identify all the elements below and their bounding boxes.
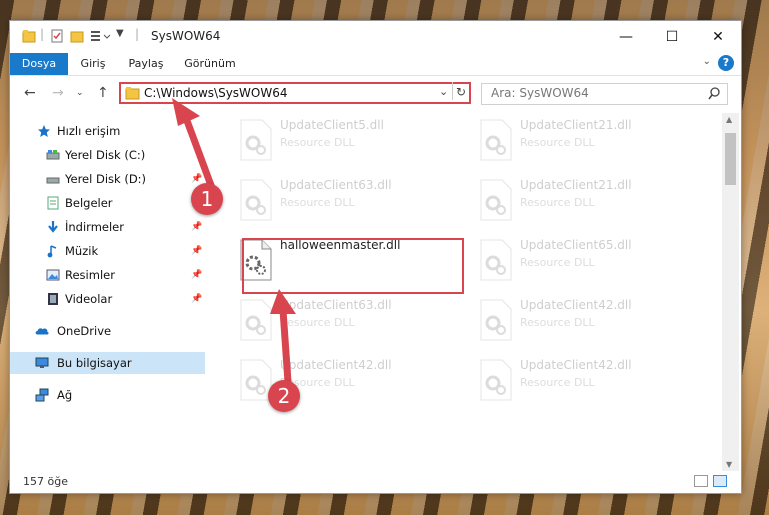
list-item[interactable]: UpdateClient42.dll Resource DLL xyxy=(472,295,704,347)
address-path: C:\Windows\SysWOW64 xyxy=(144,86,288,100)
list-item[interactable]: UpdateClient63.dll Resource DLL xyxy=(232,175,464,227)
sidebar-item-local-disk-d[interactable]: Yerel Disk (D:) 📌 xyxy=(10,168,205,190)
dll-file-icon xyxy=(480,179,512,221)
vertical-scrollbar[interactable]: ▲ ▼ xyxy=(722,113,739,471)
up-arrow-icon[interactable]: ↑ xyxy=(97,85,109,101)
list-item[interactable]: UpdateClient5.dll Resource DLL xyxy=(232,115,464,167)
dll-file-icon xyxy=(480,119,512,161)
large-icons-view-icon[interactable] xyxy=(713,475,727,487)
title-bar: | ▼ | SysWOW64 — ☐ ✕ xyxy=(10,21,741,53)
navigation-bar: ← → ⌄ ↑ C:\Windows\SysWOW64 ⌄ ↻ Ara: Sys… xyxy=(10,76,741,112)
file-explorer-window: | ▼ | SysWOW64 — ☐ ✕ Dosya Giriş Paylaş … xyxy=(9,20,742,494)
dll-file-icon xyxy=(480,359,512,401)
sidebar-item-pictures[interactable]: Resimler 📌 xyxy=(10,264,205,286)
forward-arrow-icon[interactable]: → xyxy=(52,85,64,101)
network-icon xyxy=(35,388,49,402)
document-icon xyxy=(47,196,59,210)
step-badge-2: 2 xyxy=(268,380,300,412)
navigation-pane: Hızlı erişim Yerel Disk (C:) Yerel Disk … xyxy=(10,113,205,471)
separator: | xyxy=(135,27,140,41)
pin-icon: 📌 xyxy=(191,222,203,232)
search-icon[interactable] xyxy=(708,87,721,100)
tab-paylas[interactable]: Paylaş xyxy=(120,53,172,75)
dll-file-icon xyxy=(240,299,272,341)
tab-gorunum[interactable]: Görünüm xyxy=(178,53,242,75)
download-icon xyxy=(48,221,58,233)
sidebar-item-quick-access[interactable]: Hızlı erişim xyxy=(10,120,205,142)
maximize-button[interactable]: ☐ xyxy=(649,21,695,53)
sidebar-item-videos[interactable]: Videolar 📌 xyxy=(10,288,205,310)
tab-giris[interactable]: Giriş xyxy=(68,53,118,75)
dll-file-icon xyxy=(240,119,272,161)
folder-icon xyxy=(125,87,140,100)
ribbon-tabs: Dosya Giriş Paylaş Görünüm ⌄ ? xyxy=(10,53,741,76)
scroll-up-icon[interactable]: ▲ xyxy=(726,115,732,124)
pin-icon: 📌 xyxy=(191,270,203,280)
music-icon xyxy=(47,245,57,258)
status-bar: 157 öğe xyxy=(10,471,741,493)
step-badge-1: 1 xyxy=(191,183,223,215)
chevron-down-icon[interactable]: ⌄ xyxy=(439,85,448,98)
window-title: SysWOW64 xyxy=(151,29,221,43)
help-button[interactable]: ? xyxy=(718,55,734,71)
customize-toolbar-icon[interactable]: ▼ xyxy=(116,28,124,39)
tab-dosya[interactable]: Dosya xyxy=(10,53,68,75)
star-icon xyxy=(38,125,50,137)
scroll-down-icon[interactable]: ▼ xyxy=(726,460,732,469)
sidebar-item-downloads[interactable]: İndirmeler 📌 xyxy=(10,216,205,238)
separator xyxy=(452,82,453,100)
file-highlight-box xyxy=(242,238,464,294)
dll-file-icon xyxy=(240,179,272,221)
scroll-thumb[interactable] xyxy=(725,133,736,185)
search-box[interactable]: Ara: SysWOW64 xyxy=(481,83,728,105)
list-item[interactable]: UpdateClient63.dll Resource DLL xyxy=(232,295,464,347)
search-input[interactable]: Ara: SysWOW64 xyxy=(491,86,589,100)
pictures-icon xyxy=(46,269,60,281)
details-view-icon[interactable] xyxy=(694,475,708,487)
drive-icon xyxy=(46,150,60,160)
video-icon xyxy=(48,293,58,305)
sidebar-item-local-disk-c[interactable]: Yerel Disk (C:) xyxy=(10,144,205,166)
properties-icon[interactable] xyxy=(50,29,64,43)
view-toggle-icon[interactable] xyxy=(90,29,112,43)
chevron-down-icon[interactable]: ⌄ xyxy=(703,56,711,67)
list-item[interactable]: UpdateClient42.dll Resource DLL xyxy=(472,355,704,407)
dll-file-icon xyxy=(480,299,512,341)
cloud-icon xyxy=(35,328,49,335)
new-folder-icon[interactable] xyxy=(70,29,84,43)
close-button[interactable]: ✕ xyxy=(695,21,741,53)
sidebar-item-onedrive[interactable]: OneDrive xyxy=(10,320,205,342)
refresh-icon[interactable]: ↻ xyxy=(456,85,466,99)
drive-icon xyxy=(46,177,60,184)
address-bar[interactable]: C:\Windows\SysWOW64 ⌄ ↻ xyxy=(119,82,471,104)
sidebar-item-music[interactable]: Müzik 📌 xyxy=(10,240,205,262)
back-arrow-icon[interactable]: ← xyxy=(24,85,36,101)
pin-icon: 📌 xyxy=(191,246,203,256)
computer-icon xyxy=(35,357,49,368)
list-item[interactable]: UpdateClient21.dll Resource DLL xyxy=(472,115,704,167)
sidebar-item-documents[interactable]: Belgeler 📌 xyxy=(10,192,205,214)
sidebar-item-this-pc[interactable]: Bu bilgisayar xyxy=(10,352,205,374)
list-item[interactable]: UpdateClient65.dll Resource DLL xyxy=(472,235,704,287)
recent-locations-icon[interactable]: ⌄ xyxy=(76,88,84,98)
list-item[interactable]: UpdateClient42.dll Resource DLL xyxy=(232,355,464,407)
separator: | xyxy=(40,27,45,41)
dll-file-icon xyxy=(480,239,512,281)
pin-icon: 📌 xyxy=(191,294,203,304)
folder-icon xyxy=(22,30,36,43)
minimize-button[interactable]: — xyxy=(603,21,649,53)
item-count: 157 öğe xyxy=(23,475,68,488)
sidebar-item-network[interactable]: Ağ xyxy=(10,384,205,406)
list-item[interactable]: UpdateClient21.dll Resource DLL xyxy=(472,175,704,227)
